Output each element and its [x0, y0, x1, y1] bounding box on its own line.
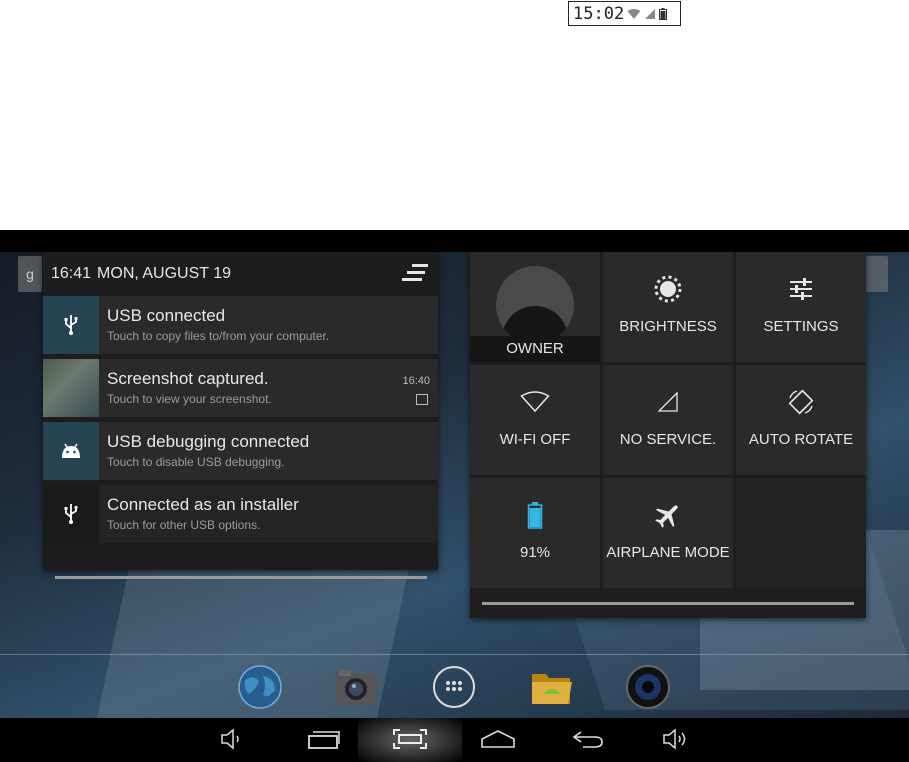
- tile-wifi[interactable]: WI-FI OFF: [470, 365, 600, 475]
- tile-label: AUTO ROTATE: [748, 431, 854, 448]
- tile-auto-rotate[interactable]: AUTO ROTATE: [736, 365, 866, 475]
- system-top-bar: [0, 230, 909, 252]
- notification-installer[interactable]: Connected as an installer Touch for othe…: [43, 485, 438, 543]
- tile-label: 91%: [519, 544, 551, 561]
- camera-icon[interactable]: [333, 664, 379, 710]
- settings-sliders-icon: [736, 274, 866, 304]
- signal-icon: [603, 387, 733, 417]
- battery-icon: [470, 500, 600, 530]
- tile-label: WI-FI OFF: [499, 431, 571, 448]
- tile-label: BRIGHTNESS: [619, 318, 717, 335]
- app-drawer-button[interactable]: [431, 664, 477, 710]
- notification-header: 16:41 MON, AUGUST 19: [43, 252, 438, 296]
- screenshot-button[interactable]: [390, 724, 430, 754]
- wifi-status-icon: [627, 8, 641, 19]
- airplane-icon: [603, 500, 733, 530]
- quick-settings-scroll-handle[interactable]: [482, 602, 854, 605]
- notification-screenshot[interactable]: Screenshot captured. Touch to view your …: [43, 359, 438, 417]
- signal-status-icon: [645, 8, 656, 19]
- tile-mobile-signal[interactable]: NO SERVICE.: [603, 365, 733, 475]
- notification-usb-debugging[interactable]: USB debugging connected Touch to disable…: [43, 422, 438, 480]
- notification-time: 16:40: [402, 375, 430, 387]
- recent-apps-button[interactable]: [304, 724, 344, 754]
- dock-divider: [0, 654, 909, 655]
- music-icon[interactable]: [625, 664, 671, 710]
- image-icon: [416, 394, 428, 405]
- google-search-bar[interactable]: g: [18, 256, 42, 292]
- screenshot-thumbnail: [43, 359, 99, 417]
- brightness-icon: [603, 274, 733, 304]
- volume-up-button[interactable]: [656, 724, 696, 754]
- clear-all-notifications-button[interactable]: [402, 264, 428, 286]
- status-time: 15:02: [573, 3, 625, 24]
- quick-settings-panel: OWNER BRIGHTNESS SETTINGS WI-FI OFF NO S…: [470, 252, 866, 618]
- notification-panel: 16:41 MON, AUGUST 19 USB connected Touch…: [43, 252, 438, 579]
- tile-label: SETTINGS: [763, 318, 839, 335]
- tile-label: NO SERVICE.: [619, 431, 717, 448]
- notification-subtitle: Touch to view your screenshot.: [107, 392, 272, 406]
- android-icon: [43, 422, 99, 480]
- notification-title: USB debugging connected: [107, 432, 310, 451]
- browser-icon[interactable]: [237, 664, 283, 710]
- volume-down-button[interactable]: [212, 724, 252, 754]
- notification-title: USB connected: [107, 306, 226, 325]
- notification-clock: 16:41: [51, 265, 92, 282]
- wifi-icon: [470, 387, 600, 417]
- tile-label: AIRPLANE MODE: [606, 544, 730, 561]
- notification-date[interactable]: MON, AUGUST 19: [97, 265, 231, 283]
- file-manager-icon[interactable]: [529, 664, 575, 710]
- notification-subtitle: Touch for other USB options.: [107, 518, 261, 532]
- status-bar-crop: 15:02: [568, 1, 681, 26]
- notification-scroll-handle[interactable]: [55, 576, 427, 579]
- home-button[interactable]: [478, 724, 518, 754]
- tile-owner[interactable]: OWNER: [470, 252, 600, 362]
- usb-icon: [43, 296, 99, 354]
- notification-usb-connected[interactable]: USB connected Touch to copy files to/fro…: [43, 296, 438, 354]
- notification-subtitle: Touch to copy files to/from your compute…: [107, 329, 330, 343]
- usb-icon: [43, 485, 99, 543]
- notification-title: Connected as an installer: [107, 495, 299, 514]
- tile-label: OWNER: [470, 336, 600, 362]
- rotate-icon: [736, 387, 866, 417]
- device-screen: g 16:41 MON, AUGUST 19 USB connected Tou…: [0, 230, 909, 762]
- avatar: [496, 266, 574, 344]
- tile-battery[interactable]: 91%: [470, 478, 600, 588]
- tile-empty: [736, 478, 866, 588]
- notification-title: Screenshot captured.: [107, 369, 269, 388]
- back-button[interactable]: [568, 724, 608, 754]
- tile-settings[interactable]: SETTINGS: [736, 252, 866, 362]
- notification-subtitle: Touch to disable USB debugging.: [107, 455, 285, 469]
- voice-search-icon[interactable]: [864, 256, 888, 292]
- battery-status-icon: [659, 7, 668, 20]
- tile-airplane-mode[interactable]: AIRPLANE MODE: [603, 478, 733, 588]
- tile-brightness[interactable]: BRIGHTNESS: [603, 252, 733, 362]
